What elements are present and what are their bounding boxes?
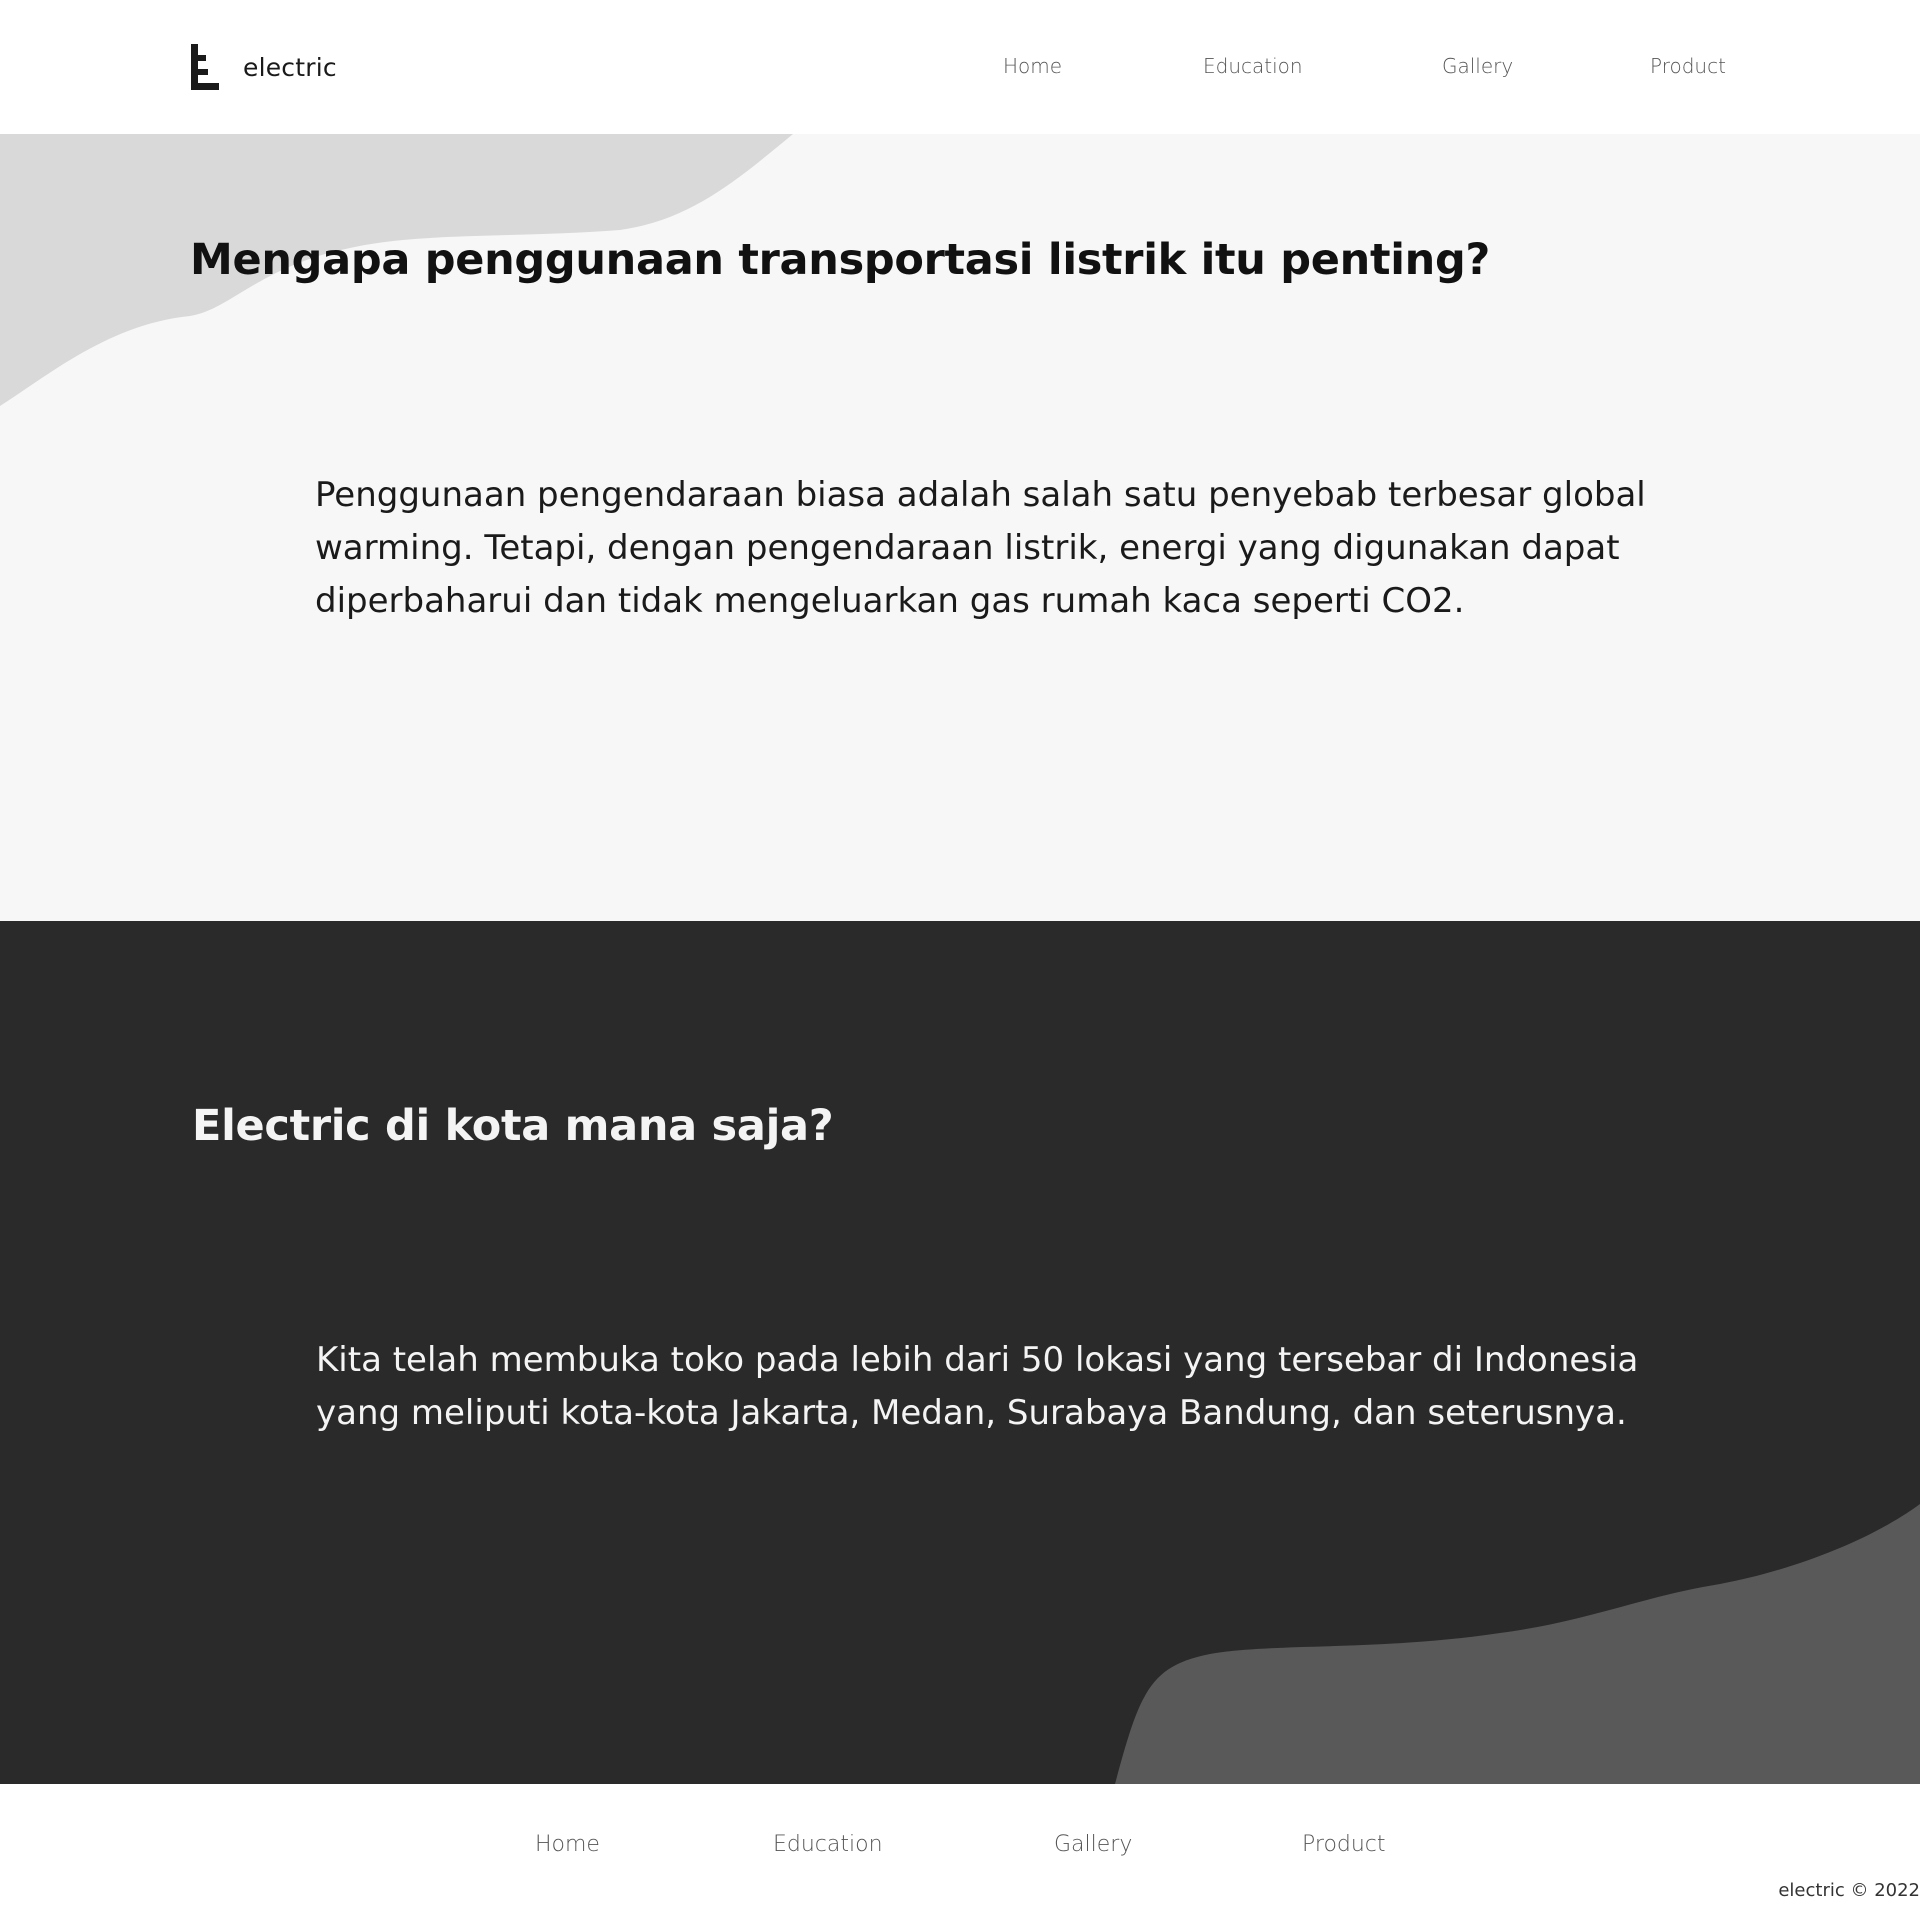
footer-nav-gallery[interactable]: Gallery [1054,1832,1132,1857]
footer-nav-product[interactable]: Product [1302,1832,1386,1857]
section-title: Electric di kota mana saja? [192,1101,834,1151]
section-body: Penggunaan pengendaraan biasa adalah sal… [315,475,1646,621]
why-section: Mengapa penggunaan transportasi listrik … [0,134,1920,921]
nav-education[interactable]: Education [1203,54,1303,78]
nav-home[interactable]: Home [1003,54,1062,78]
section-body: Kita telah membuka toko pada lebih dari … [316,1340,1639,1433]
nav-gallery[interactable]: Gallery [1442,54,1513,78]
site-header: electric Home Education Gallery Product [0,0,1920,134]
site-footer: Home Education Gallery Product electric … [0,1784,1920,1908]
main-nav: Home Education Gallery Product [0,54,1920,84]
footer-nav-home[interactable]: Home [535,1832,600,1857]
section-title: Mengapa penggunaan transportasi listrik … [190,235,1491,285]
cities-section: Electric di kota mana saja? Kita telah m… [0,921,1920,1784]
nav-product[interactable]: Product [1650,54,1726,78]
footer-nav-education[interactable]: Education [773,1832,883,1857]
copyright-text: electric © 2022 [1778,1880,1920,1901]
footer-nav: Home Education Gallery Product [0,1832,1920,1862]
